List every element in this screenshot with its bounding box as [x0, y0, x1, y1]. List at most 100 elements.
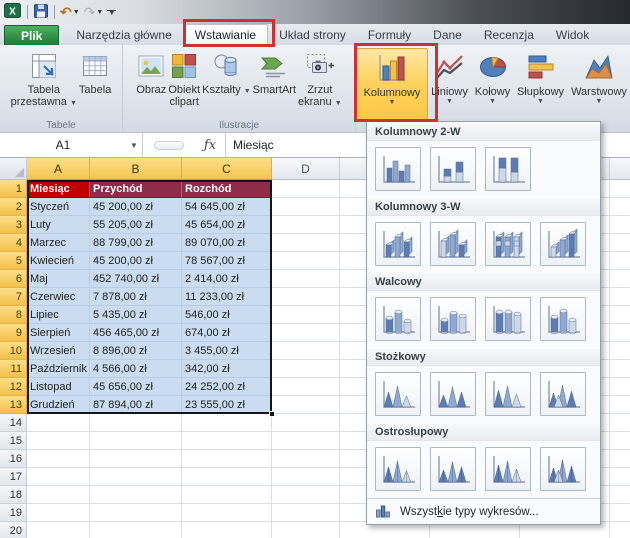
chart-thumbnail-pyramid-4[interactable] [540, 447, 586, 491]
chart-thumbnail-cone-4[interactable] [540, 372, 586, 416]
cell-C20[interactable] [182, 522, 272, 538]
chart-type-column-button[interactable]: Kolumnowy▼ [356, 48, 428, 122]
chart-type-bar-button[interactable]: Słupkowy▼ [514, 48, 567, 122]
screenshot-button[interactable]: Zrzutekranu ▼ [297, 46, 343, 118]
column-header-B[interactable]: B [90, 158, 182, 180]
cell-D10[interactable] [272, 342, 340, 360]
cell-B5[interactable]: 45 200,00 zł [90, 252, 182, 270]
chart-thumbnail-col2d-1[interactable] [375, 147, 421, 191]
row-header-10[interactable]: 10 [0, 342, 27, 360]
cell-A13[interactable]: Grudzień [27, 396, 90, 414]
cell-B14[interactable] [90, 414, 182, 432]
cell-A6[interactable]: Maj [27, 270, 90, 288]
row-header-18[interactable]: 18 [0, 486, 27, 504]
cell-B18[interactable] [90, 486, 182, 504]
column-header-H[interactable]: H [610, 158, 630, 180]
cell-A10[interactable]: Wrzesień [27, 342, 90, 360]
cell-H13[interactable] [610, 396, 630, 414]
cell-C2[interactable]: 54 645,00 zł [182, 198, 272, 216]
cell-C1[interactable]: Rozchód [182, 180, 272, 198]
row-header-13[interactable]: 13 [0, 396, 27, 414]
cell-A9[interactable]: Sierpień [27, 324, 90, 342]
chart-thumbnail-pyramid-1[interactable] [375, 447, 421, 491]
name-box[interactable]: A1 ▼ [0, 133, 142, 157]
chart-thumbnail-col3d-1[interactable] [375, 222, 421, 266]
row-header-20[interactable]: 20 [0, 522, 27, 538]
cell-A2[interactable]: Styczeń [27, 198, 90, 216]
cell-B7[interactable]: 7 878,00 zł [90, 288, 182, 306]
chart-thumbnail-pyramid-2[interactable] [430, 447, 476, 491]
cell-H10[interactable] [610, 342, 630, 360]
chart-type-area-button[interactable]: Warstwowy▼ [567, 48, 630, 122]
tab-recenzja[interactable]: Recenzja [473, 24, 545, 45]
chart-thumbnail-col3d-3[interactable] [485, 222, 531, 266]
chart-thumbnail-col2d-3[interactable] [485, 147, 531, 191]
chart-thumbnail-cylinder-3[interactable] [485, 297, 531, 341]
cell-H2[interactable] [610, 198, 630, 216]
cell-D14[interactable] [272, 414, 340, 432]
chart-thumbnail-col2d-2[interactable] [430, 147, 476, 191]
cell-H8[interactable] [610, 306, 630, 324]
cell-H14[interactable] [610, 414, 630, 432]
cell-A11[interactable]: Październik [27, 360, 90, 378]
cell-A3[interactable]: Luty [27, 216, 90, 234]
row-header-3[interactable]: 3 [0, 216, 27, 234]
select-all-corner[interactable] [0, 158, 27, 180]
cell-H7[interactable] [610, 288, 630, 306]
tab-narzędzia-główne[interactable]: Narzędzia główne [65, 24, 182, 45]
column-header-C[interactable]: C [182, 158, 272, 180]
name-box-value[interactable]: A1 [0, 138, 126, 152]
cell-A16[interactable] [27, 450, 90, 468]
column-header-A[interactable]: A [27, 158, 90, 180]
cell-B15[interactable] [90, 432, 182, 450]
cell-H17[interactable] [610, 468, 630, 486]
row-header-12[interactable]: 12 [0, 378, 27, 396]
cell-A4[interactable]: Marzec [27, 234, 90, 252]
cell-D9[interactable] [272, 324, 340, 342]
row-header-15[interactable]: 15 [0, 432, 27, 450]
column-header-D[interactable]: D [272, 158, 340, 180]
cell-H19[interactable] [610, 504, 630, 522]
row-header-8[interactable]: 8 [0, 306, 27, 324]
cell-C12[interactable]: 24 252,00 zł [182, 378, 272, 396]
cell-C18[interactable] [182, 486, 272, 504]
cell-C3[interactable]: 45 654,00 zł [182, 216, 272, 234]
row-header-16[interactable]: 16 [0, 450, 27, 468]
cell-B9[interactable]: 456 465,00 zł [90, 324, 182, 342]
cell-C8[interactable]: 546,00 zł [182, 306, 272, 324]
cell-A1[interactable]: Miesiąc [27, 180, 90, 198]
chart-type-pie-button[interactable]: Kołowy▼ [471, 48, 514, 122]
cell-A8[interactable]: Lipiec [27, 306, 90, 324]
cell-C19[interactable] [182, 504, 272, 522]
tab-dane[interactable]: Dane [422, 24, 473, 45]
name-box-dropdown-icon[interactable]: ▼ [126, 141, 142, 150]
cell-A18[interactable] [27, 486, 90, 504]
chart-thumbnail-cylinder-4[interactable] [540, 297, 586, 341]
cell-D6[interactable] [272, 270, 340, 288]
row-header-1[interactable]: 1 [0, 180, 27, 198]
cell-B19[interactable] [90, 504, 182, 522]
cell-H3[interactable] [610, 216, 630, 234]
cell-A15[interactable] [27, 432, 90, 450]
qat-customize-button[interactable]: ▼ [106, 3, 117, 21]
cell-H4[interactable] [610, 234, 630, 252]
row-header-19[interactable]: 19 [0, 504, 27, 522]
cell-C17[interactable] [182, 468, 272, 486]
cell-D4[interactable] [272, 234, 340, 252]
chart-thumbnail-cylinder-1[interactable] [375, 297, 421, 341]
tab-formuły[interactable]: Formuły [357, 24, 422, 45]
cell-B4[interactable]: 88 799,00 zł [90, 234, 182, 252]
chart-thumbnail-cone-2[interactable] [430, 372, 476, 416]
pivot-table-button[interactable]: Tabelaprzestawna ▼ [10, 46, 78, 118]
cell-D20[interactable] [272, 522, 340, 538]
row-header-7[interactable]: 7 [0, 288, 27, 306]
picture-button[interactable]: Obraz [135, 46, 167, 118]
cell-B1[interactable]: Przychód [90, 180, 182, 198]
all-chart-types-item[interactable]: Wszystkie typy wykresów... [367, 498, 600, 524]
tab-układ-strony[interactable]: Układ strony [268, 24, 357, 45]
row-header-14[interactable]: 14 [0, 414, 27, 432]
cell-C4[interactable]: 89 070,00 zł [182, 234, 272, 252]
cell-C11[interactable]: 342,00 zł [182, 360, 272, 378]
cell-B17[interactable] [90, 468, 182, 486]
tab-plik[interactable]: Plik [4, 25, 59, 45]
